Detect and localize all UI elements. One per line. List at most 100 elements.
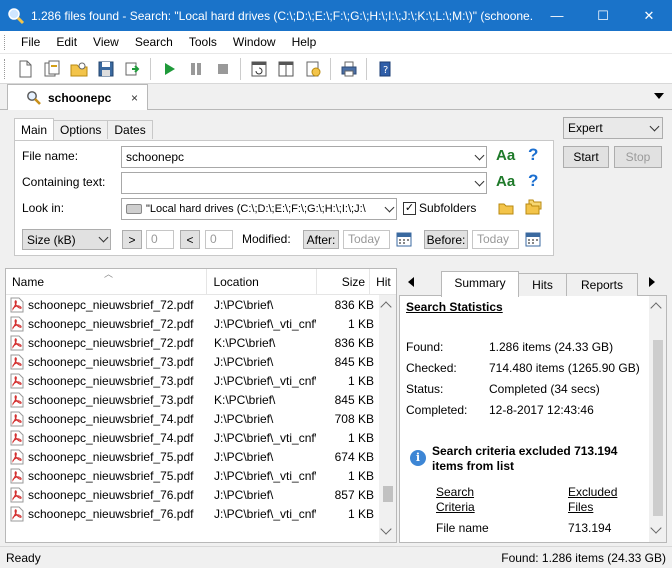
chevron-down-icon[interactable]: [472, 147, 486, 167]
file-name-text: schoonepc_nieuwsbrief_73.pdf: [28, 354, 194, 369]
layout-button[interactable]: [273, 57, 298, 81]
statistics-tabs: Summary Hits Reports: [399, 268, 667, 297]
scroll-thumb[interactable]: [383, 486, 393, 502]
column-hits[interactable]: Hit: [370, 269, 396, 295]
tab-dates[interactable]: Dates: [107, 120, 153, 139]
tab-scroll-right-icon[interactable]: [649, 277, 655, 287]
pdf-file-icon: [10, 430, 24, 445]
table-row[interactable]: schoonepc_nieuwsbrief_75.pdf J:\PC\brief\…: [6, 466, 396, 485]
menu-grip[interactable]: [4, 34, 7, 50]
max-size-input[interactable]: 0: [205, 230, 233, 249]
criteria-header-line-1: Search: [436, 485, 475, 499]
tab-schoonepc[interactable]: schoonepc ×: [7, 84, 148, 111]
less-than-button[interactable]: <: [180, 230, 200, 249]
stop-button-toolbar[interactable]: [210, 57, 235, 81]
match-case-icon[interactable]: Aa: [496, 173, 515, 190]
menu-window[interactable]: Window: [225, 31, 284, 54]
chevron-down-icon[interactable]: [382, 199, 396, 219]
menu-search[interactable]: Search: [127, 31, 181, 54]
menu-view[interactable]: View: [85, 31, 127, 54]
before-button[interactable]: Before:: [424, 230, 468, 249]
results-scrollbar[interactable]: [379, 295, 396, 542]
file-name-text: schoonepc_nieuwsbrief_75.pdf: [28, 449, 194, 464]
table-row[interactable]: schoonepc_nieuwsbrief_72.pdf J:\PC\brief\…: [6, 295, 396, 314]
match-case-icon[interactable]: Aa: [496, 147, 515, 164]
scroll-up-icon[interactable]: [650, 302, 662, 314]
menu-tools[interactable]: Tools: [181, 31, 225, 54]
table-row[interactable]: schoonepc_nieuwsbrief_75.pdf J:\PC\brief\…: [6, 447, 396, 466]
start-search-button[interactable]: [156, 57, 181, 81]
size-unit-select[interactable]: Size (kB): [22, 229, 111, 250]
table-row[interactable]: schoonepc_nieuwsbrief_76.pdf J:\PC\brief\…: [6, 485, 396, 504]
start-button[interactable]: Start: [563, 146, 609, 168]
summary-scrollbar[interactable]: [649, 296, 666, 542]
table-row[interactable]: schoonepc_nieuwsbrief_72.pdf K:\PC\brief\…: [6, 333, 396, 352]
export-button[interactable]: [120, 57, 145, 81]
scroll-down-icon[interactable]: [650, 522, 662, 534]
scroll-thumb[interactable]: [653, 340, 663, 516]
results-rows: schoonepc_nieuwsbrief_72.pdf J:\PC\brief\…: [6, 295, 396, 523]
after-date-input[interactable]: Today: [343, 230, 390, 249]
maximize-button[interactable]: ☐: [580, 0, 626, 31]
help-book-button[interactable]: ?: [372, 57, 397, 81]
save-button[interactable]: [93, 57, 118, 81]
close-button[interactable]: ✕: [626, 0, 672, 31]
new-from-template-button[interactable]: [39, 57, 64, 81]
multi-folder-icon[interactable]: [525, 199, 543, 215]
calendar-icon[interactable]: [396, 231, 412, 247]
pause-button[interactable]: [183, 57, 208, 81]
tab-hits[interactable]: Hits: [518, 273, 567, 296]
toolbar-grip[interactable]: [4, 58, 7, 79]
menu-file[interactable]: File: [13, 31, 48, 54]
file-name-input[interactable]: schoonepc: [121, 146, 487, 168]
subfolders-checkbox[interactable]: ✓: [403, 202, 416, 215]
chevron-down-icon[interactable]: [646, 121, 662, 131]
open-button[interactable]: [66, 57, 91, 81]
menu-edit[interactable]: Edit: [48, 31, 85, 54]
toolbar-separator: [240, 57, 241, 80]
close-tab-icon[interactable]: ×: [131, 91, 147, 105]
help-icon[interactable]: ?: [528, 145, 538, 165]
refresh-button[interactable]: [246, 57, 271, 81]
excluded-summary: Search criteria excluded 713.194 items f…: [432, 444, 632, 474]
scroll-down-icon[interactable]: [380, 523, 392, 535]
stop-button[interactable]: Stop: [614, 146, 662, 168]
column-location[interactable]: Location: [207, 269, 318, 295]
containing-text-input[interactable]: [121, 172, 487, 194]
excluded-files-header[interactable]: Excluded Files: [568, 485, 617, 515]
tab-summary[interactable]: Summary: [441, 271, 519, 297]
tab-reports[interactable]: Reports: [566, 273, 638, 296]
min-size-input[interactable]: 0: [146, 230, 174, 249]
table-row[interactable]: schoonepc_nieuwsbrief_73.pdf J:\PC\brief\…: [6, 371, 396, 390]
table-row[interactable]: schoonepc_nieuwsbrief_73.pdf K:\PC\brief\…: [6, 390, 396, 409]
look-in-input[interactable]: "Local hard drives (C:\;D:\;E:\;F:\;G:\;…: [121, 198, 397, 220]
after-button[interactable]: After:: [303, 230, 339, 249]
help-icon[interactable]: ?: [528, 171, 538, 191]
search-criteria-header[interactable]: Search Criteria: [436, 485, 475, 515]
table-row[interactable]: schoonepc_nieuwsbrief_74.pdf J:\PC\brief\…: [6, 409, 396, 428]
minimize-button[interactable]: —: [534, 0, 580, 31]
tab-options[interactable]: Options: [53, 120, 109, 139]
options-button[interactable]: [300, 57, 325, 81]
table-row[interactable]: schoonepc_nieuwsbrief_73.pdf J:\PC\brief\…: [6, 352, 396, 371]
search-mode-select[interactable]: Expert: [563, 117, 663, 139]
calendar-icon[interactable]: [525, 231, 541, 247]
tab-scroll-left-icon[interactable]: [408, 277, 414, 287]
table-row[interactable]: schoonepc_nieuwsbrief_74.pdf J:\PC\brief\…: [6, 428, 396, 447]
chevron-down-icon[interactable]: [96, 230, 110, 250]
tab-list-dropdown-icon[interactable]: [654, 93, 664, 99]
new-document-icon: [19, 60, 31, 77]
print-button[interactable]: [336, 57, 361, 81]
scroll-up-icon[interactable]: [380, 301, 392, 313]
menu-help[interactable]: Help: [284, 31, 325, 54]
new-search-button[interactable]: [12, 57, 37, 81]
table-row[interactable]: schoonepc_nieuwsbrief_76.pdf J:\PC\brief\…: [6, 504, 396, 523]
greater-than-button[interactable]: >: [122, 230, 142, 249]
column-size[interactable]: Size: [317, 269, 371, 295]
status-value: Completed (34 secs): [489, 382, 600, 396]
browse-folder-icon[interactable]: [498, 201, 514, 215]
table-row[interactable]: schoonepc_nieuwsbrief_72.pdf J:\PC\brief\…: [6, 314, 396, 333]
chevron-down-icon[interactable]: [472, 173, 486, 193]
tab-main[interactable]: Main: [14, 118, 55, 140]
before-date-input[interactable]: Today: [472, 230, 519, 249]
